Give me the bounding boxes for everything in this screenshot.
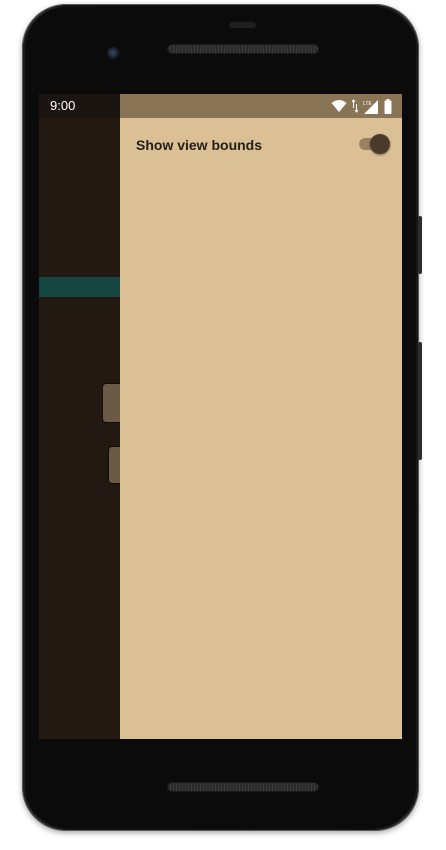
status-icons: LTE [331,98,392,114]
svg-text:LTE: LTE [363,101,372,107]
wifi-icon [331,100,347,112]
front-camera [107,47,120,60]
battery-icon [384,98,392,114]
setting-show-view-bounds[interactable]: Show view bounds [120,130,402,160]
phone-frame: 9:00 LTE Show view bounds [22,4,422,831]
switch-thumb [370,134,390,154]
drawer-status-bar: LTE [120,94,402,118]
device-screen: 9:00 LTE Show view bounds [39,94,402,739]
cell-signal-lte-icon: LTE [363,99,378,114]
status-time: 9:00 [50,98,76,113]
bottom-speaker [168,783,318,791]
status-bar: 9:00 [39,94,120,118]
volume-button [418,342,422,460]
earpiece-speaker [168,45,318,53]
data-arrows-icon [352,99,358,113]
debug-drawer: LTE Show view bounds [120,94,402,739]
proximity-sensor [229,22,256,28]
power-button [418,216,422,274]
setting-label: Show view bounds [136,137,263,153]
app-toolbar-strip [39,277,120,297]
show-view-bounds-switch[interactable] [357,134,391,154]
